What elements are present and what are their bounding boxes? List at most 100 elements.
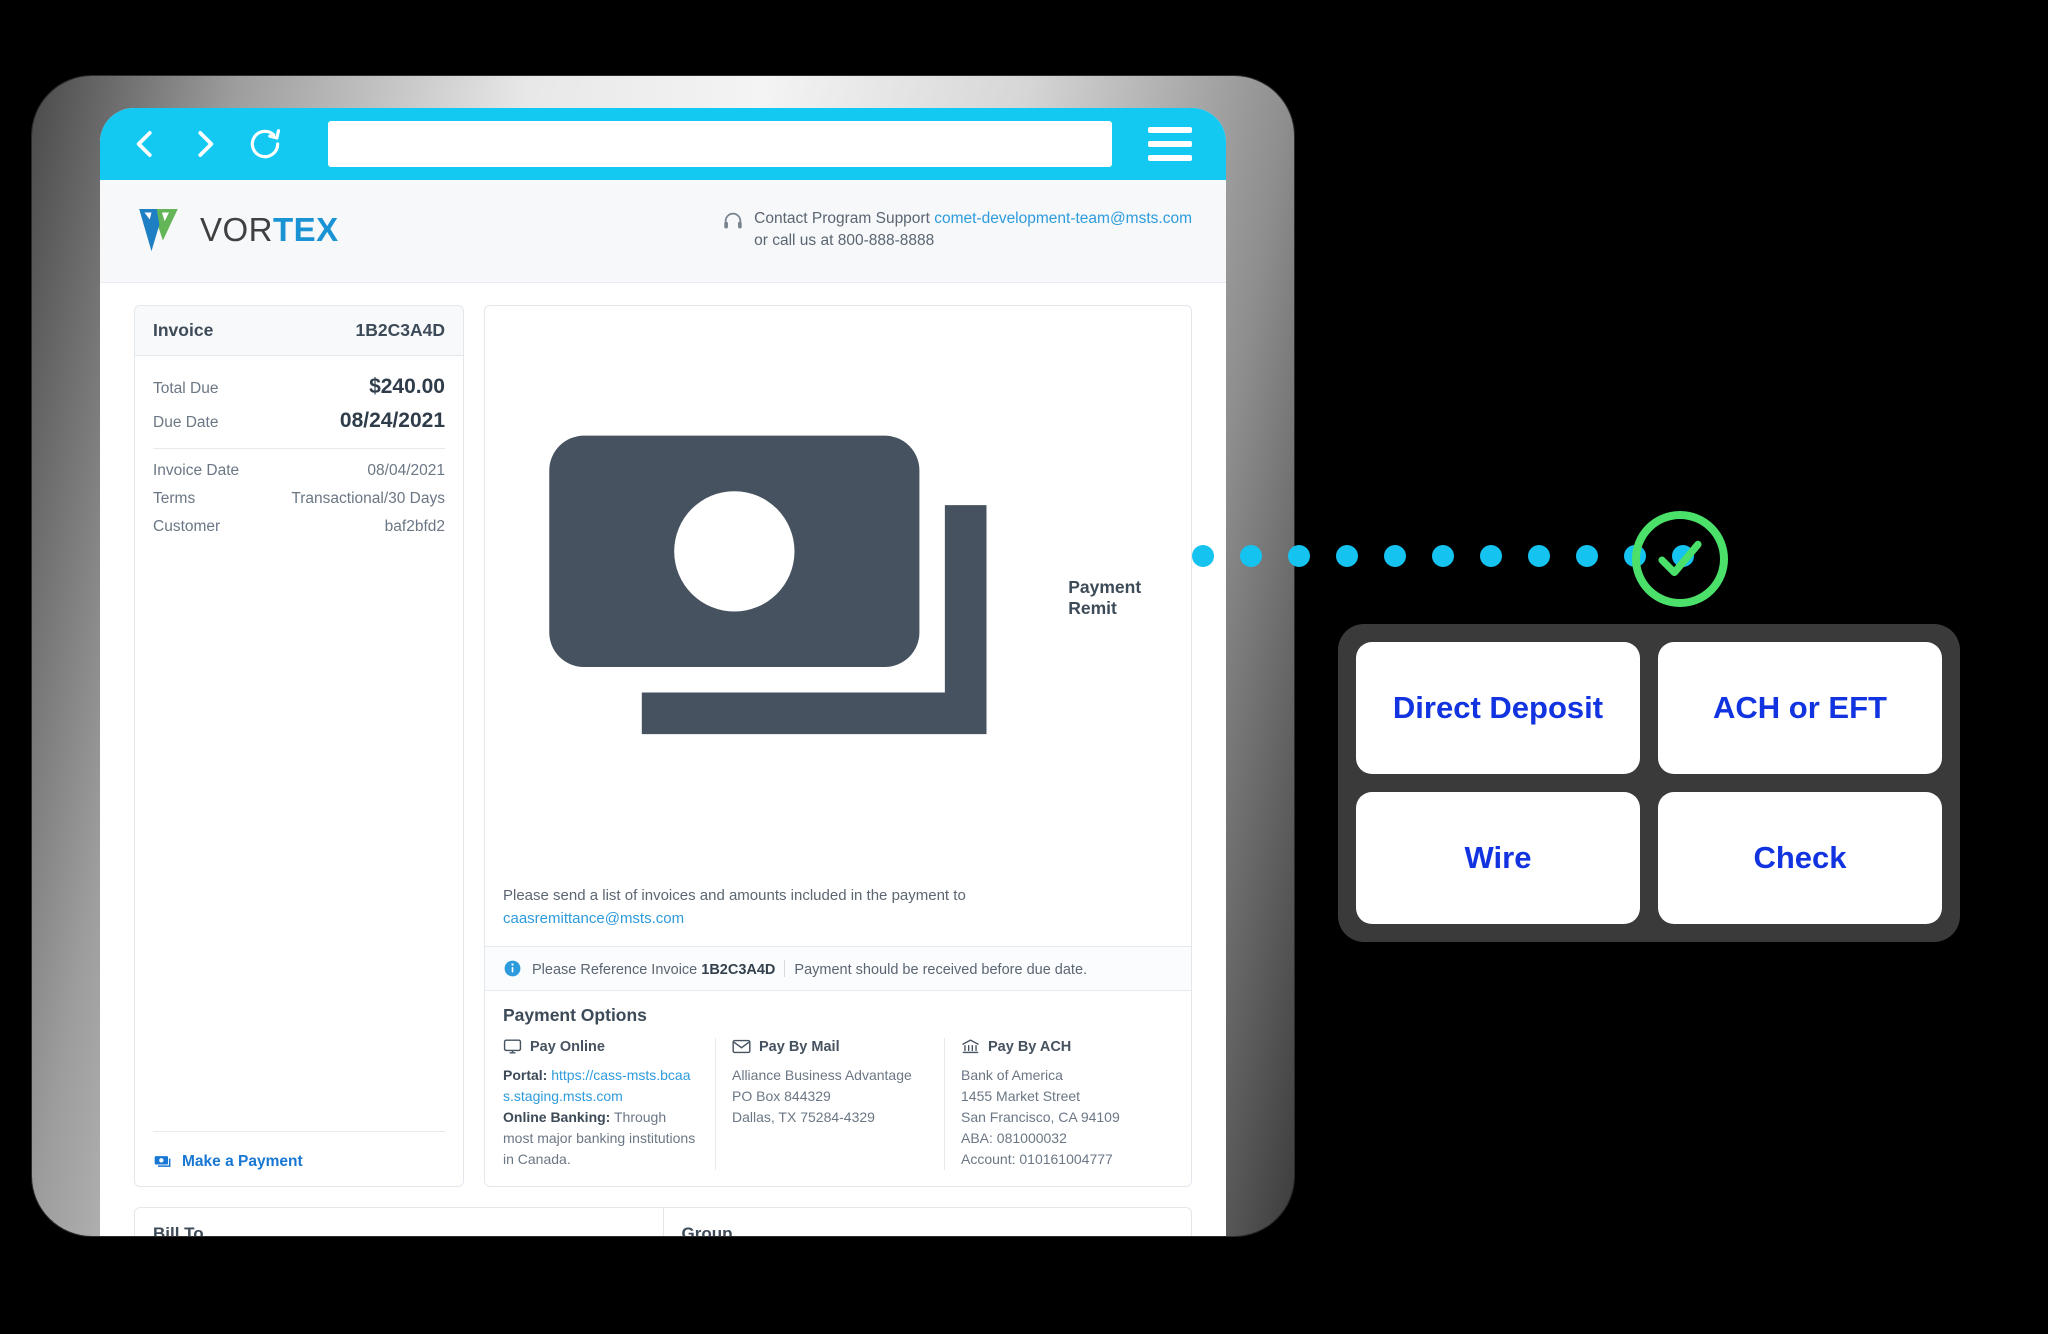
vortex-logo[interactable]: VORTEX: [134, 202, 339, 258]
parties-table: Bill To Acme Corporation 56673 Jimmie Tu…: [134, 1207, 1192, 1236]
value: Transactional/30 Days: [291, 490, 445, 507]
browser-toolbar: [100, 108, 1226, 180]
online-banking-label: Online Banking:: [503, 1109, 611, 1126]
connector-dot: [1192, 545, 1214, 567]
payment-options: Payment Options Pay Online Portal: https…: [485, 991, 1191, 1186]
tile-ach-or-eft[interactable]: ACH or EFT: [1658, 642, 1942, 774]
remit-desc-text: Please send a list of invoices and amoun…: [503, 887, 966, 905]
device-screen: VORTEX Contact Program Support comet-dev…: [100, 108, 1226, 1236]
value: $240.00: [369, 375, 445, 398]
parties-row-top: Bill To Acme Corporation 56673 Jimmie Tu…: [135, 1208, 1191, 1236]
payment-option-pay-online: Pay Online Portal: https://cass-msts.bca…: [503, 1038, 715, 1170]
tile-wire[interactable]: Wire: [1356, 792, 1640, 924]
connector-dot: [1480, 545, 1502, 567]
connector-dot: [1384, 545, 1406, 567]
vortex-logo-text: VORTEX: [200, 211, 339, 249]
pay-by-ach-heading: Pay By ACH: [988, 1038, 1072, 1055]
invoice-row-customer: Customer baf2bfd2: [153, 513, 445, 541]
invoice-row-terms: Terms Transactional/30 Days: [153, 485, 445, 513]
pay-by-mail-body: Alliance Business Advantage PO Box 84432…: [732, 1065, 928, 1128]
note-invoice-number: 1B2C3A4D: [701, 961, 776, 978]
payment-remit-title: Payment Remit: [1068, 576, 1142, 618]
label: Total Due: [153, 380, 219, 397]
connector-dot: [1576, 545, 1598, 567]
chevron-left-icon[interactable]: [126, 125, 164, 163]
invoice-title: Invoice: [153, 320, 214, 340]
pay-by-ach-heading-row: Pay By ACH: [961, 1038, 1157, 1055]
value: baf2bfd2: [384, 518, 445, 535]
monitor-icon: [503, 1039, 522, 1054]
portal-label: Portal:: [503, 1067, 548, 1084]
address-bar-input[interactable]: [328, 121, 1112, 167]
support-line2: or call us at 800-888-8888: [754, 232, 935, 250]
pay-by-mail-heading-row: Pay By Mail: [732, 1038, 928, 1055]
screenshot-stage: VORTEX Contact Program Support comet-dev…: [0, 0, 2048, 1334]
chevron-right-icon[interactable]: [186, 125, 224, 163]
make-a-payment-label[interactable]: Make a Payment: [182, 1153, 303, 1171]
note-suffix: Payment should be received before due da…: [794, 961, 1088, 978]
ach-line: Bank of America: [961, 1067, 1063, 1084]
reload-icon[interactable]: [246, 125, 284, 163]
connector-dot: [1432, 545, 1454, 567]
site-header: VORTEX Contact Program Support comet-dev…: [100, 180, 1226, 283]
label: Due Date: [153, 414, 219, 431]
hamburger-menu-icon[interactable]: [1148, 127, 1192, 161]
payment-option-pay-by-ach: Pay By ACH Bank of America 1455 Market S…: [944, 1038, 1173, 1171]
label: Customer: [153, 518, 221, 535]
pay-online-heading-row: Pay Online: [503, 1038, 699, 1055]
ach-line: Account: 010161004777: [961, 1151, 1113, 1168]
check-circle-icon: [1632, 511, 1728, 607]
ach-line: San Francisco, CA 94109: [961, 1109, 1120, 1126]
vortex-logo-icon: [139, 209, 178, 251]
connector-dot: [1240, 545, 1262, 567]
support-email-link[interactable]: comet-development-team@msts.com: [934, 210, 1192, 227]
ach-line: 1455 Market Street: [961, 1088, 1081, 1105]
payment-option-pay-by-mail: Pay By Mail Alliance Business Advantage …: [715, 1038, 944, 1171]
money-bills-icon: [154, 1156, 171, 1168]
dotted-connector: [1192, 545, 1694, 567]
tile-direct-deposit[interactable]: Direct Deposit: [1356, 642, 1640, 774]
payment-method-tiles: Direct Deposit ACH or EFT Wire Check: [1338, 624, 1960, 942]
ach-line: ABA: 081000032: [961, 1130, 1067, 1147]
mail-line: PO Box 844329: [732, 1088, 831, 1105]
bill-to-cell: Bill To Acme Corporation 56673 Jimmie Tu…: [135, 1208, 663, 1236]
invoice-number: 1B2C3A4D: [355, 320, 445, 340]
page-content: Invoice 1B2C3A4D Total Due $240.00 Due D…: [100, 283, 1226, 1236]
invoice-card: Invoice 1B2C3A4D Total Due $240.00 Due D…: [134, 305, 464, 1188]
connector-dot: [1528, 545, 1550, 567]
support-text: Contact Program Support comet-developmen…: [754, 208, 1192, 253]
bill-to-title: Bill To: [153, 1224, 204, 1236]
payment-options-title: Payment Options: [503, 1005, 647, 1026]
tablet-device-frame: VORTEX Contact Program Support comet-dev…: [32, 76, 1294, 1236]
tile-check[interactable]: Check: [1658, 792, 1942, 924]
info-icon: [504, 960, 521, 977]
support-block: Contact Program Support comet-developmen…: [722, 202, 1192, 253]
pay-by-ach-body: Bank of America 1455 Market Street San F…: [961, 1065, 1157, 1170]
connector-dot: [1288, 545, 1310, 567]
summary-row: Invoice 1B2C3A4D Total Due $240.00 Due D…: [134, 305, 1192, 1188]
payment-remit-card: Payment Remit Please send a list of invo…: [484, 305, 1192, 1188]
logo-suffix: TEX: [273, 211, 339, 248]
envelope-icon: [732, 1040, 751, 1054]
divider: [153, 448, 445, 449]
invoice-row-invoice-date: Invoice Date 08/04/2021: [153, 457, 445, 485]
pay-online-heading: Pay Online: [530, 1038, 605, 1055]
note-separator: [784, 959, 786, 977]
money-bills-icon: [549, 435, 987, 735]
label: Terms: [153, 490, 196, 507]
value: 08/04/2021: [367, 462, 445, 479]
bank-icon: [962, 1039, 979, 1054]
label: Invoice Date: [153, 462, 240, 479]
invoice-page: VORTEX Contact Program Support comet-dev…: [100, 180, 1226, 1236]
make-a-payment-link[interactable]: Make a Payment: [153, 1140, 445, 1172]
payment-remit-description: Please send a list of invoices and amoun…: [503, 885, 1173, 930]
value: 08/24/2021: [339, 409, 445, 432]
invoice-row-total-due: Total Due $240.00: [153, 370, 445, 404]
headset-icon: [724, 212, 742, 229]
payment-remit-note: Please Reference Invoice 1B2C3A4D Payment…: [485, 946, 1191, 992]
divider: [153, 1131, 445, 1133]
connector-dot: [1336, 545, 1358, 567]
remit-email-link[interactable]: caasremittance@msts.com: [503, 910, 684, 927]
group-title: Group: [681, 1224, 733, 1236]
mail-line: Dallas, TX 75284-4329: [732, 1109, 875, 1126]
